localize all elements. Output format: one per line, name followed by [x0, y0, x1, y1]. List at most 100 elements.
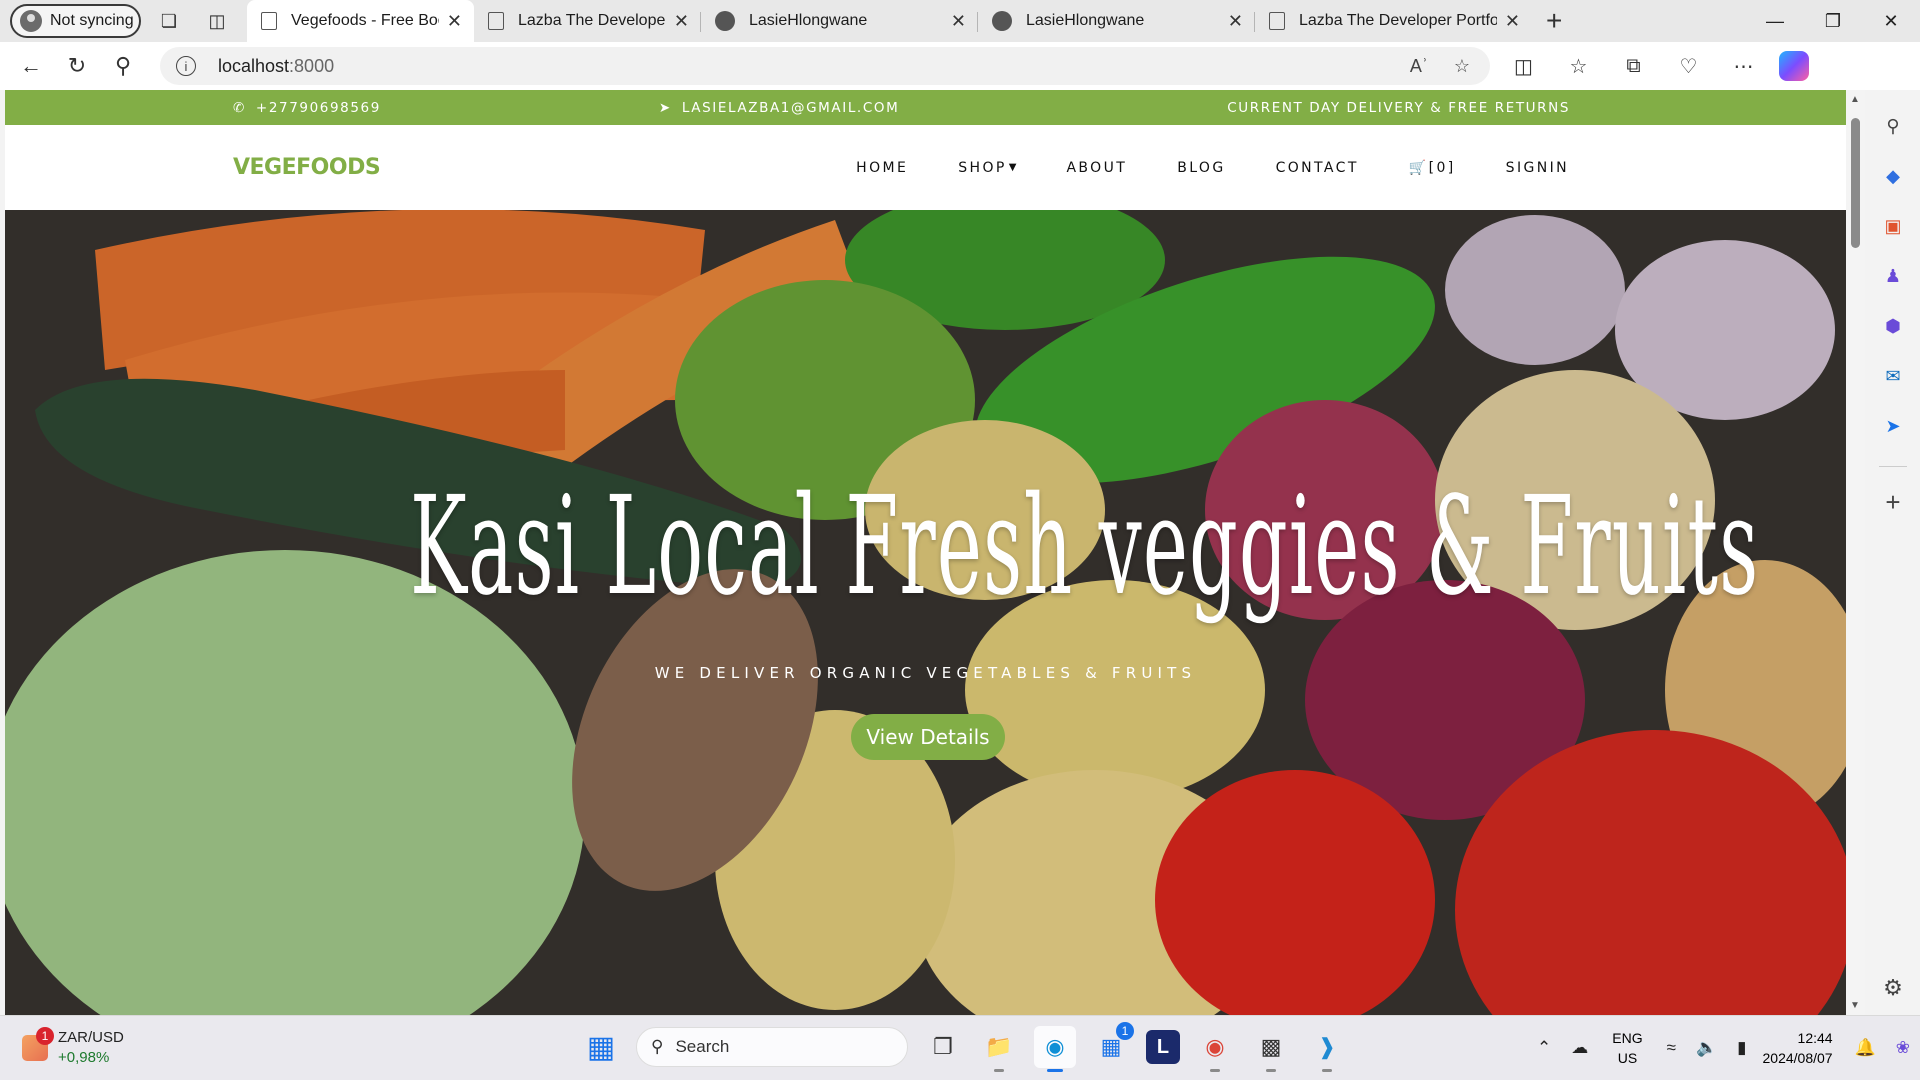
- main-menu: HOME SHOP ▼ ABOUT BLOG CONTACT 🛒 [0] SIGNI…: [831, 160, 1594, 176]
- close-icon[interactable]: ✕: [1505, 11, 1520, 32]
- menu-about[interactable]: ABOUT: [1041, 160, 1152, 176]
- browser-essentials-icon[interactable]: ♡: [1661, 54, 1716, 79]
- page-viewport: ✆ +27790698569 ➤ LASIELAZBA1@GMAIL.COM C…: [5, 90, 1846, 1015]
- site-info-icon[interactable]: i: [176, 56, 196, 76]
- scroll-down-icon[interactable]: ▼: [1850, 1000, 1860, 1011]
- page-icon: [1269, 12, 1285, 30]
- browser-tab-strip: Not syncing ❏ ◫ Vegefoods - Free Bootstr…: [0, 0, 1920, 42]
- tools-icon[interactable]: ▣: [1879, 212, 1907, 240]
- workspaces-icon[interactable]: ❏: [149, 1, 189, 41]
- hero-title: Kasi Local Fresh veggies & Fruits: [410, 468, 1760, 626]
- chrome-icon[interactable]: ◉: [1194, 1026, 1236, 1072]
- copilot-icon[interactable]: [1779, 51, 1809, 81]
- browser-toolbar: ← ↻ ⚲ i localhost:8000 Aʾ ☆ ◫ ☆ ⧉ ♡ ⋯: [0, 42, 1920, 90]
- site-logo[interactable]: VEGEFOODS: [233, 155, 381, 180]
- scroll-up-icon[interactable]: ▲: [1850, 94, 1860, 105]
- widget-title: ZAR/USD: [58, 1029, 124, 1046]
- edge-browser-icon[interactable]: ◉: [1034, 1026, 1076, 1072]
- add-sidebar-app-icon[interactable]: +: [1885, 487, 1900, 518]
- page-icon: [488, 12, 504, 30]
- back-icon[interactable]: ←: [8, 46, 54, 86]
- l-app-icon[interactable]: L: [1146, 1030, 1180, 1064]
- site-top-bar: ✆ +27790698569 ➤ LASIELAZBA1@GMAIL.COM C…: [5, 90, 1846, 125]
- show-hidden-icons-chevron-icon[interactable]: ⌃: [1527, 1038, 1561, 1058]
- hero-subtitle: WE DELIVER ORGANIC VEGETABLES & FRUITS: [654, 664, 1197, 682]
- terminal-icon[interactable]: ▩: [1250, 1026, 1292, 1072]
- favorite-star-icon[interactable]: ☆: [1454, 56, 1470, 77]
- wifi-icon[interactable]: ≈: [1657, 1038, 1686, 1058]
- tab-actions-icon[interactable]: ◫: [197, 1, 237, 41]
- window-close-icon[interactable]: ✕: [1862, 0, 1920, 42]
- outlook-icon[interactable]: ✉: [1879, 362, 1907, 390]
- store-badge: 1: [1116, 1022, 1134, 1040]
- close-icon[interactable]: ✕: [951, 11, 966, 32]
- microsoft365-icon[interactable]: ⬢: [1879, 312, 1907, 340]
- system-clock[interactable]: 12:44 2024/08/07: [1757, 1028, 1845, 1068]
- weather-widget[interactable]: 1 ZAR/USD +0,98%: [22, 1027, 124, 1068]
- caret-down-icon: ▼: [1008, 162, 1017, 173]
- input-language[interactable]: ENG US: [1598, 1028, 1656, 1068]
- file-explorer-icon[interactable]: 📁: [978, 1026, 1020, 1072]
- menu-home[interactable]: HOME: [831, 160, 933, 176]
- window-controls: — ❐ ✕: [1746, 0, 1920, 42]
- tab-lazba-portfolio[interactable]: Lazba The Developer Portfolio ✕: [474, 0, 701, 42]
- start-icon[interactable]: ▦: [580, 1026, 622, 1068]
- page-scrollbar[interactable]: ▲ ▼: [1846, 90, 1865, 1015]
- menu-signin[interactable]: SIGNIN: [1481, 160, 1594, 176]
- close-icon[interactable]: ✕: [447, 11, 462, 32]
- volume-icon[interactable]: 🔈: [1686, 1038, 1727, 1058]
- onedrive-cloud-icon[interactable]: ☁: [1561, 1038, 1598, 1058]
- profile-button[interactable]: Not syncing: [10, 4, 141, 38]
- widget-badge: 1: [36, 1027, 54, 1045]
- hero-banner: Kasi Local Fresh veggies & Fruits WE DEL…: [5, 210, 1846, 1015]
- sidebar-search-icon[interactable]: ⚲: [1879, 112, 1907, 140]
- minimize-icon[interactable]: —: [1746, 0, 1804, 42]
- refresh-icon[interactable]: ↻: [54, 46, 100, 86]
- close-icon[interactable]: ✕: [1228, 11, 1243, 32]
- shopping-tag-icon[interactable]: ◆: [1879, 162, 1907, 190]
- profile-label: Not syncing: [50, 12, 134, 29]
- notification-bell-icon[interactable]: 🔔: [1845, 1038, 1886, 1058]
- lang-bottom: US: [1617, 1050, 1638, 1066]
- games-icon[interactable]: ♟: [1879, 262, 1907, 290]
- tab-github-lasiehlongwane-2[interactable]: LasieHlongwane ✕: [978, 0, 1255, 42]
- more-menu-icon[interactable]: ⋯: [1716, 54, 1771, 79]
- taskbar-apps: ▦ ⚲ Search ❐ 📁 ◉ ▦ 1 L ◉ ▩ ❱: [580, 1022, 1348, 1072]
- sidebar-settings-icon[interactable]: ⚙: [1883, 975, 1903, 1001]
- split-screen-icon[interactable]: ◫: [1496, 54, 1551, 79]
- tab-vegefoods[interactable]: Vegefoods - Free Bootstrap 4 ✕: [247, 0, 474, 42]
- system-tray: ⌃ ☁ ENG US ≈ 🔈 ▮ 12:44 2024/08/07 🔔 ❀: [1527, 1026, 1920, 1070]
- microsoft-store-icon[interactable]: ▦ 1: [1090, 1022, 1134, 1068]
- menu-contact[interactable]: CONTACT: [1251, 160, 1384, 176]
- vscode-icon[interactable]: ❱: [1306, 1026, 1348, 1072]
- scrollbar-thumb[interactable]: [1851, 118, 1860, 248]
- favorites-icon[interactable]: ☆: [1551, 54, 1606, 79]
- menu-cart[interactable]: 🛒 [0]: [1384, 160, 1481, 176]
- collections-icon[interactable]: ⧉: [1606, 54, 1661, 79]
- menu-shop[interactable]: SHOP ▼: [933, 160, 1041, 176]
- phone-info: ✆ +27790698569: [233, 100, 381, 116]
- promo-text: CURRENT DAY DELIVERY & FREE RETURNS: [1227, 99, 1570, 116]
- close-icon[interactable]: ✕: [674, 11, 689, 32]
- address-bar[interactable]: i localhost:8000 Aʾ ☆: [160, 47, 1490, 85]
- menu-blog[interactable]: BLOG: [1152, 160, 1250, 176]
- search-icon[interactable]: ⚲: [100, 46, 146, 86]
- clock-time: 12:44: [1797, 1030, 1833, 1046]
- site-header: VEGEFOODS HOME SHOP ▼ ABOUT BLOG CONTACT …: [5, 125, 1846, 210]
- read-aloud-icon[interactable]: Aʾ: [1410, 56, 1428, 77]
- tab-github-lasiehlongwane[interactable]: LasieHlongwane ✕: [701, 0, 978, 42]
- profile-avatar-icon: [20, 10, 42, 32]
- tab-lazba-portfolio-2[interactable]: Lazba The Developer Portfolio ✕: [1255, 0, 1532, 42]
- send-icon[interactable]: ➤: [1879, 412, 1907, 440]
- restore-icon[interactable]: ❐: [1804, 0, 1862, 42]
- view-details-button[interactable]: View Details: [851, 714, 1005, 760]
- taskbar-search[interactable]: ⚲ Search: [636, 1027, 908, 1067]
- task-view-icon[interactable]: ❐: [922, 1026, 964, 1068]
- copilot-taskbar-icon[interactable]: ❀: [1886, 1038, 1920, 1058]
- edge-sidebar: ⚲ ◆ ▣ ♟ ⬢ ✉ ➤ + ⚙: [1866, 90, 1920, 1015]
- search-icon: ⚲: [651, 1037, 664, 1056]
- address-port: :8000: [289, 55, 335, 76]
- windows-taskbar: 1 ZAR/USD +0,98% ▦ ⚲ Search ❐ 📁 ◉ ▦ 1 L ◉…: [0, 1015, 1920, 1080]
- battery-icon[interactable]: ▮: [1727, 1038, 1756, 1058]
- new-tab-button[interactable]: +: [1546, 5, 1562, 37]
